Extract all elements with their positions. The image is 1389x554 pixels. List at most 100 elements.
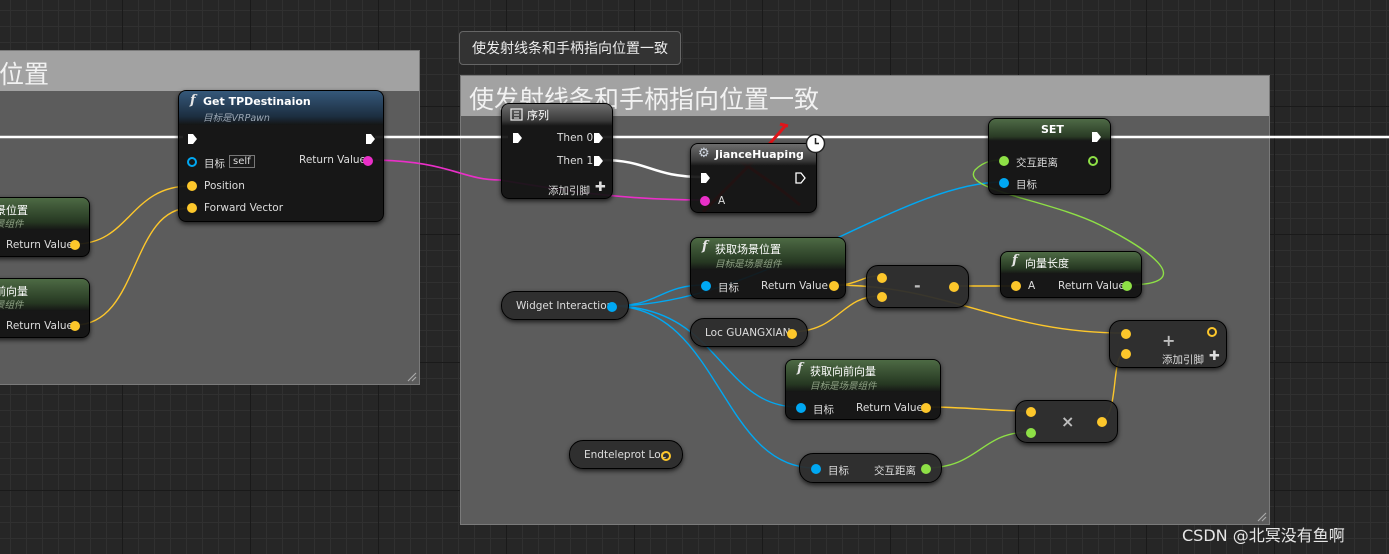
distance-label: 交互距离: [1016, 157, 1058, 169]
clock-icon: [805, 133, 826, 154]
exec-in-pin[interactable]: [512, 132, 523, 144]
jiance-huaping-node[interactable]: ⚙ JianceHuaping A: [690, 143, 817, 213]
sequence-icon: [510, 108, 523, 121]
target-pin[interactable]: [999, 178, 1009, 188]
result-pin[interactable]: [949, 282, 959, 292]
then0-label: Then 0: [557, 132, 594, 144]
plus-icon[interactable]: ✚: [595, 180, 606, 195]
exec-out-pin[interactable]: [1091, 131, 1102, 143]
result-pin[interactable]: [1097, 417, 1107, 427]
node-title: SET: [1041, 123, 1064, 136]
function-icon: f: [797, 361, 803, 376]
widget-interaction-getter[interactable]: Widget Interaction: [501, 291, 629, 320]
return-pin[interactable]: [829, 281, 839, 291]
vector-length-node[interactable]: f 向量长度 A Return Value: [1000, 251, 1142, 298]
vector-wire: [74, 207, 191, 326]
variable-label: Loc GUANGXIAN: [705, 327, 791, 339]
target-pin[interactable]: [811, 464, 821, 474]
target-pin[interactable]: [701, 281, 711, 291]
target-label: 目标: [828, 465, 849, 477]
get-world-location-node-left[interactable]: 景位置 景组件 Return Value: [0, 197, 90, 257]
node-subtitle: 景组件: [0, 300, 24, 311]
exec-out-pin[interactable]: [365, 133, 376, 145]
watermark: CSDN @北冥没有鱼啊: [1182, 526, 1345, 545]
output-pin[interactable]: [787, 329, 797, 339]
node-subtitle: 目标是场景组件: [715, 259, 782, 270]
annotation-x: [779, 122, 789, 128]
get-tp-destination-node[interactable]: f Get TPDestinaion 目标是VRPawn 目标 self Ret…: [178, 90, 384, 222]
return-label: Return Value: [856, 402, 924, 414]
distance-label: 交互距离: [874, 465, 916, 477]
node-header: [1001, 252, 1141, 274]
target-label: 目标: [718, 282, 739, 294]
loc-guangxian-getter[interactable]: Loc GUANGXIAN: [690, 318, 808, 347]
variable-label: Endteleprot Loc: [584, 449, 667, 461]
node-title: 获取向前向量: [810, 365, 876, 378]
return-pin[interactable]: [70, 240, 80, 250]
add-symbol: +: [1162, 331, 1176, 350]
then1-pin[interactable]: [593, 155, 604, 167]
a-label: A: [1028, 280, 1036, 292]
a-pin[interactable]: [1011, 281, 1021, 291]
add-pin-label[interactable]: 添加引脚: [1162, 352, 1204, 367]
result-pin[interactable]: [1207, 327, 1217, 337]
multiply-node[interactable]: ×: [1015, 400, 1118, 443]
distance-in-pin[interactable]: [999, 156, 1009, 166]
distance-out-pin[interactable]: [1088, 156, 1098, 166]
a-pin[interactable]: [700, 196, 710, 206]
target-pin[interactable]: [187, 157, 197, 167]
position-label: Position: [204, 180, 245, 192]
target-label: 目标: [204, 158, 225, 170]
b-pin[interactable]: [877, 292, 887, 302]
return-pin[interactable]: [363, 156, 373, 166]
output-pin[interactable]: [607, 302, 617, 312]
exec-wire: [600, 158, 705, 179]
set-variable-node[interactable]: SET 交互距离 目标: [988, 118, 1111, 195]
output-pin[interactable]: [661, 451, 671, 461]
a-pin[interactable]: [877, 273, 887, 283]
target-pin[interactable]: [796, 403, 806, 413]
node-subtitle: 景组件: [0, 219, 24, 230]
return-pin[interactable]: [921, 403, 931, 413]
return-pin[interactable]: [70, 321, 80, 331]
return-pin[interactable]: [1122, 281, 1132, 291]
add-node[interactable]: + 添加引脚 ✚: [1109, 320, 1227, 368]
position-pin[interactable]: [187, 181, 197, 191]
function-icon: f: [1012, 253, 1018, 268]
sequence-node[interactable]: 序列 Then 0 Then 1 添加引脚 ✚: [501, 103, 613, 199]
get-world-location-node[interactable]: f 获取场景位置 目标是场景组件 目标 Return Value: [690, 237, 846, 299]
get-forward-vector-node-left[interactable]: 前向量 景组件 Return Value: [0, 278, 90, 338]
exec-out-pin[interactable]: [795, 172, 806, 184]
add-pin-label[interactable]: 添加引脚: [548, 183, 590, 198]
node-title: 序列: [527, 109, 549, 122]
then0-pin[interactable]: [593, 132, 604, 144]
subtract-node[interactable]: -: [866, 265, 969, 308]
interaction-distance-getter[interactable]: 目标 交互距离: [799, 453, 942, 483]
a-label: A: [718, 195, 726, 207]
endteleport-loc-getter[interactable]: Endteleprot Loc: [569, 440, 683, 469]
node-title: 向量长度: [1025, 257, 1069, 270]
subtract-symbol: -: [914, 276, 921, 295]
vector-wire: [74, 185, 191, 245]
return-label: Return Value: [1058, 280, 1126, 292]
self-default: self: [229, 155, 255, 168]
exec-in-pin[interactable]: [187, 133, 198, 145]
gear-icon: ⚙: [698, 146, 710, 161]
plus-icon[interactable]: ✚: [1209, 349, 1220, 364]
function-icon: f: [702, 239, 708, 254]
variable-label: Widget Interaction: [516, 300, 614, 312]
exec-in-pin[interactable]: [700, 172, 711, 184]
b-pin[interactable]: [1026, 428, 1036, 438]
distance-out-pin[interactable]: [921, 464, 931, 474]
node-title: Get TPDestinaion: [203, 95, 311, 108]
return-label: Return Value: [299, 154, 367, 166]
a-pin[interactable]: [1121, 329, 1131, 339]
forward-vector-pin[interactable]: [187, 203, 197, 213]
target-label: 目标: [813, 404, 834, 416]
function-icon: f: [190, 93, 196, 108]
a-pin[interactable]: [1026, 407, 1036, 417]
then1-label: Then 1: [557, 155, 594, 167]
node-title: 获取场景位置: [715, 243, 781, 256]
b-pin[interactable]: [1121, 349, 1131, 359]
get-forward-vector-node[interactable]: f 获取向前向量 目标是场景组件 目标 Return Value: [785, 359, 941, 420]
